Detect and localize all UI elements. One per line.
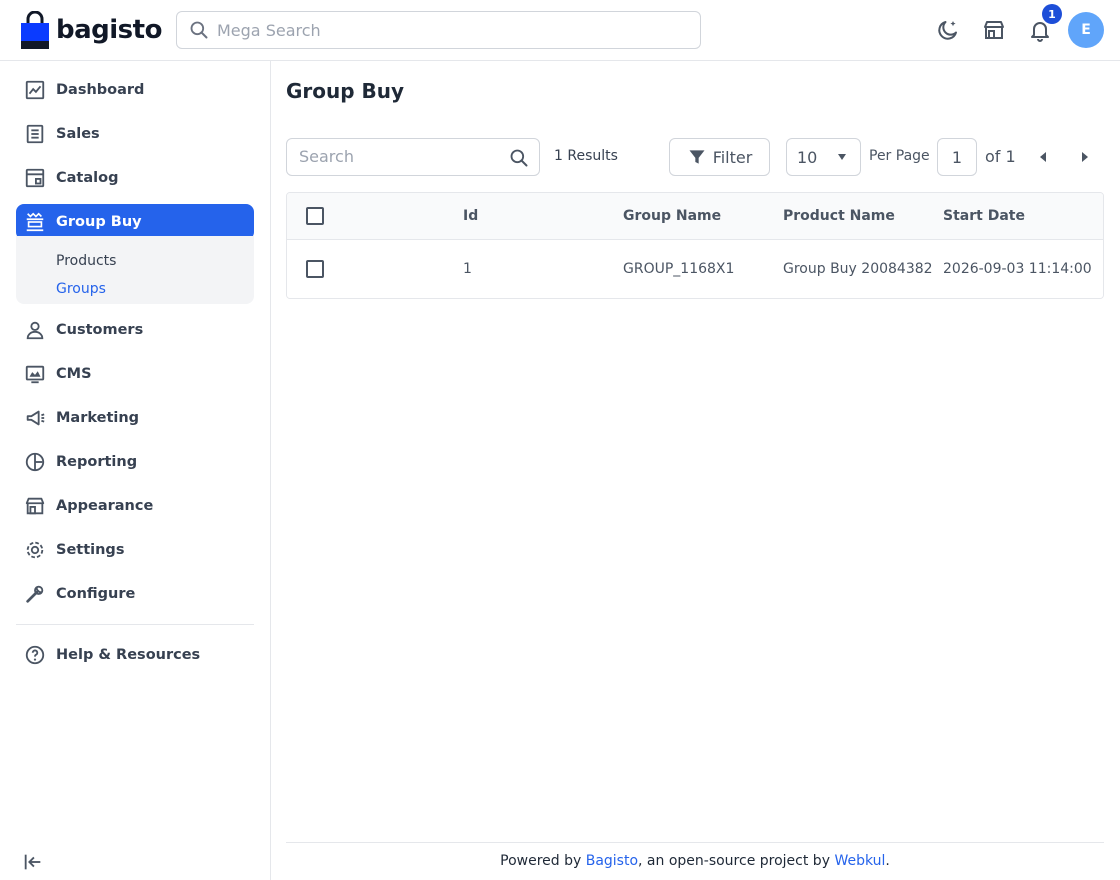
cell-start-date: 2026-09-03 11:14:00 — [943, 261, 1092, 277]
webkul-link[interactable]: Webkul — [834, 853, 885, 869]
per-page-label: Per Page — [869, 148, 930, 164]
moon-icon — [938, 21, 957, 40]
wrench-icon — [24, 583, 46, 605]
gear-icon — [24, 539, 46, 561]
next-page-button[interactable] — [1077, 150, 1093, 164]
column-header-id[interactable]: Id — [463, 208, 478, 224]
column-header-start-date[interactable]: Start Date — [943, 208, 1025, 224]
results-count: 1 Results — [554, 148, 618, 164]
row-checkbox[interactable] — [306, 260, 324, 278]
top-header: bagisto 1 E — [0, 0, 1120, 61]
sidebar-item-label: Help & Resources — [56, 647, 201, 663]
cms-icon — [24, 363, 46, 385]
submenu-item-groups[interactable]: Groups — [56, 281, 106, 297]
cell-group-name: GROUP_1168X1 — [623, 261, 735, 277]
page-number-input[interactable] — [937, 138, 977, 176]
sidebar-item-label: Group Buy — [56, 214, 142, 230]
sidebar-item-reporting[interactable]: Reporting — [16, 444, 254, 480]
filter-label: Filter — [712, 147, 753, 167]
collapse-left-icon — [24, 854, 41, 870]
select-all-checkbox[interactable] — [306, 207, 324, 225]
sidebar-item-settings[interactable]: Settings — [16, 532, 254, 568]
sidebar-divider — [16, 624, 254, 625]
sidebar-item-dashboard[interactable]: Dashboard — [16, 72, 254, 108]
sidebar-item-catalog[interactable]: Catalog — [16, 160, 254, 196]
caret-down-icon — [838, 154, 846, 160]
collapse-sidebar-button[interactable] — [22, 851, 44, 873]
pie-chart-icon — [24, 451, 46, 473]
cell-id: 1 — [463, 261, 472, 277]
sidebar-item-group-buy[interactable]: Group Buy — [16, 204, 254, 240]
catalog-icon — [24, 167, 46, 189]
sidebar-item-label: Catalog — [56, 170, 119, 186]
cell-product-name: Group Buy 20084382 — [783, 261, 933, 277]
bagisto-link[interactable]: Bagisto — [586, 853, 638, 869]
mega-search-box[interactable] — [176, 11, 701, 49]
previous-page-button[interactable] — [1035, 150, 1051, 164]
sidebar-item-customers[interactable]: Customers — [16, 312, 254, 348]
table-row: 1 GROUP_1168X1 Group Buy 20084382 2026-0… — [287, 240, 1103, 298]
sidebar-item-label: Reporting — [56, 454, 138, 470]
notification-count-badge: 1 — [1042, 4, 1062, 24]
sidebar-item-help[interactable]: Help & Resources — [16, 637, 254, 673]
sidebar-item-label: Settings — [56, 542, 125, 558]
visit-shop-button[interactable] — [980, 16, 1008, 44]
receipt-icon — [24, 123, 46, 145]
logo-text: bagisto — [56, 15, 162, 45]
per-page-value: 10 — [797, 147, 818, 167]
sidebar-item-marketing[interactable]: Marketing — [16, 400, 254, 436]
caret-right-icon — [1082, 152, 1088, 162]
sidebar-item-label: Dashboard — [56, 82, 145, 98]
sidebar-item-appearance[interactable]: Appearance — [16, 488, 254, 524]
footer-middle: , an open-source project by — [638, 853, 835, 869]
column-header-product-name[interactable]: Product Name — [783, 208, 895, 224]
shopping-bag-icon — [21, 11, 49, 49]
megaphone-icon — [24, 407, 46, 429]
sidebar-item-cms[interactable]: CMS — [16, 356, 254, 392]
page-title: Group Buy — [286, 79, 405, 103]
dark-mode-toggle[interactable] — [934, 16, 962, 44]
group-buy-icon — [24, 211, 46, 233]
store-icon — [984, 21, 1004, 39]
search-icon[interactable] — [509, 148, 529, 172]
sidebar-item-sales[interactable]: Sales — [16, 116, 254, 152]
caret-left-icon — [1040, 152, 1046, 162]
total-pages-label: of 1 — [985, 147, 1016, 166]
mega-search-input[interactable] — [217, 20, 687, 40]
footer-prefix: Powered by — [500, 853, 586, 869]
datagrid-search-input[interactable] — [299, 147, 499, 166]
store-icon — [24, 495, 46, 517]
per-page-select[interactable]: 10 — [786, 138, 861, 176]
sidebar-item-label: CMS — [56, 366, 92, 382]
dashboard-icon — [24, 79, 46, 101]
filter-icon — [689, 150, 705, 164]
sidebar-item-label: Configure — [56, 586, 136, 602]
filter-button[interactable]: Filter — [669, 138, 770, 176]
table-header: Id Group Name Product Name Start Date — [287, 193, 1103, 240]
sidebar-item-label: Sales — [56, 126, 100, 142]
datagrid-table: Id Group Name Product Name Start Date 1 … — [286, 192, 1104, 299]
column-header-group-name[interactable]: Group Name — [623, 208, 721, 224]
sidebar-item-label: Customers — [56, 322, 144, 338]
sidebar-item-label: Appearance — [56, 498, 154, 514]
footer-suffix: . — [885, 853, 890, 869]
submenu-item-products[interactable]: Products — [56, 253, 116, 269]
sidebar: Dashboard Sales Catalog Group Buy Produc… — [0, 61, 271, 880]
page-footer: Powered by Bagisto, an open-source proje… — [286, 842, 1104, 880]
user-avatar[interactable]: E — [1068, 12, 1104, 48]
sidebar-item-configure[interactable]: Configure — [16, 576, 254, 612]
bagisto-logo[interactable]: bagisto — [20, 10, 162, 50]
group-buy-submenu: Products Groups — [16, 236, 254, 304]
datagrid-search-box[interactable] — [286, 138, 540, 176]
user-icon — [24, 319, 46, 341]
help-icon — [24, 644, 46, 666]
sidebar-item-label: Marketing — [56, 410, 140, 426]
search-icon — [190, 21, 208, 39]
